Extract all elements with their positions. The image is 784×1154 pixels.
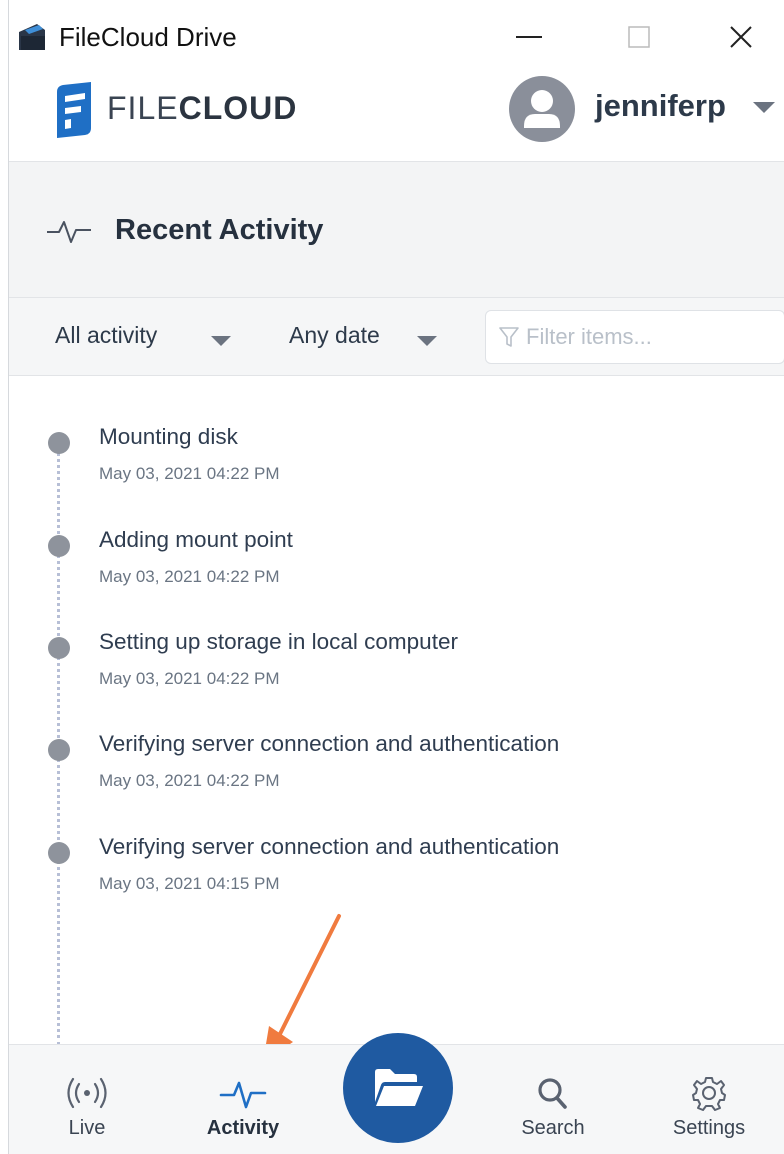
nav-activity-label: Activity — [206, 1117, 280, 1139]
funnel-icon — [499, 327, 519, 347]
broadcast-icon — [67, 1077, 107, 1109]
date-chevron-down-icon[interactable] — [417, 336, 437, 346]
maximize-button[interactable] — [609, 14, 669, 60]
activity-timestamp: May 03, 2021 04:22 PM — [99, 771, 280, 790]
activity-item[interactable]: Verifying server connection and authenti… — [9, 731, 784, 821]
user-menu-chevron-down-icon[interactable] — [753, 102, 775, 113]
close-icon — [730, 26, 752, 48]
filecloud-drive-window: FileCloud Drive FILECLOUD jenniferp Rece… — [8, 0, 784, 1154]
filter-items-input[interactable] — [526, 323, 776, 351]
timeline-dot — [48, 637, 70, 659]
pulse-icon — [219, 1081, 267, 1109]
activity-item[interactable]: Adding mount point May 03, 2021 04:22 PM — [9, 527, 784, 617]
timeline-dot — [48, 739, 70, 761]
nav-live-label: Live — [68, 1117, 106, 1139]
logo-text-suffix: CLOUD — [178, 90, 298, 126]
filecloud-logo-icon — [57, 82, 91, 138]
user-avatar[interactable] — [509, 76, 575, 142]
activity-timestamp: May 03, 2021 04:15 PM — [99, 874, 280, 893]
gear-icon — [692, 1077, 726, 1111]
minimize-icon — [516, 36, 542, 38]
page-title: Recent Activity — [115, 214, 324, 246]
title-bar: FileCloud Drive — [9, 0, 784, 72]
maximize-icon — [628, 26, 650, 48]
activity-title: Verifying server connection and authenti… — [99, 834, 560, 859]
nav-settings[interactable]: Settings — [649, 1045, 769, 1154]
app-icon — [19, 24, 45, 50]
activity-type-select[interactable]: All activity — [55, 322, 157, 349]
open-folder-button[interactable] — [343, 1033, 453, 1143]
activity-timestamp: May 03, 2021 04:22 PM — [99, 669, 280, 688]
user-avatar-icon — [524, 90, 560, 128]
activity-title: Verifying server connection and authenti… — [99, 731, 560, 756]
recent-activity-header: Recent Activity — [9, 162, 784, 298]
nav-search-label: Search — [521, 1117, 585, 1139]
timeline-dot — [48, 842, 70, 864]
logo-text-prefix: FILE — [107, 90, 179, 126]
timeline-dot — [48, 432, 70, 454]
close-button[interactable] — [711, 14, 771, 60]
activity-timestamp: May 03, 2021 04:22 PM — [99, 464, 280, 483]
magnifier-icon — [538, 1078, 567, 1109]
date-select[interactable]: Any date — [289, 322, 380, 349]
app-header: FILECLOUD jenniferp — [9, 72, 784, 162]
username-label[interactable]: jenniferp — [595, 88, 726, 124]
activity-item[interactable]: Mounting disk May 03, 2021 04:22 PM — [9, 424, 784, 514]
filter-bar: All activity Any date — [9, 298, 784, 376]
nav-live[interactable]: Live — [27, 1045, 147, 1154]
activity-item[interactable]: Verifying server connection and authenti… — [9, 834, 784, 924]
pulse-icon — [47, 221, 91, 243]
activity-type-chevron-down-icon[interactable] — [211, 336, 231, 346]
logo-text: FILECLOUD — [107, 90, 297, 127]
folder-open-icon — [375, 1069, 423, 1106]
activity-title: Mounting disk — [99, 424, 238, 449]
nav-settings-label: Settings — [672, 1117, 746, 1139]
activity-item[interactable]: Setting up storage in local computer May… — [9, 629, 784, 719]
minimize-button[interactable] — [499, 14, 559, 60]
activity-title: Adding mount point — [99, 527, 293, 552]
nav-search[interactable]: Search — [493, 1045, 613, 1154]
bottom-navigation: Live Activity Search Settings — [9, 1033, 784, 1154]
nav-activity[interactable]: Activity — [183, 1045, 303, 1154]
filter-search-box[interactable] — [485, 310, 784, 364]
window-title: FileCloud Drive — [59, 22, 237, 52]
timeline-dot — [48, 535, 70, 557]
activity-title: Setting up storage in local computer — [99, 629, 458, 654]
activity-timestamp: May 03, 2021 04:22 PM — [99, 567, 280, 586]
